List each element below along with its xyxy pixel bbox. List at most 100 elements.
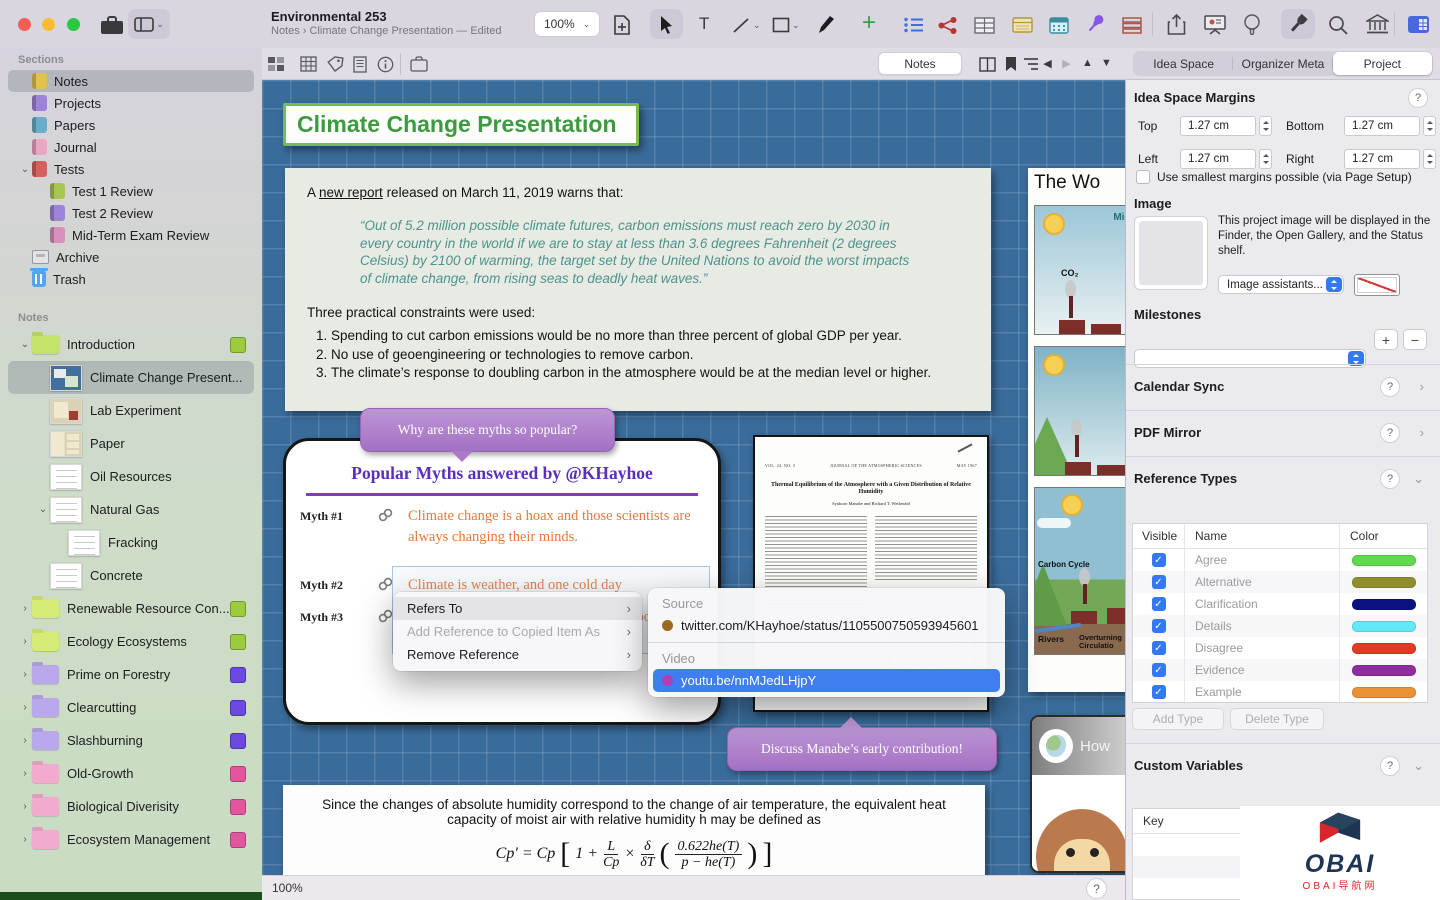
shelf-stack-icon[interactable] — [1116, 10, 1148, 40]
status-light-icon[interactable] — [1237, 9, 1267, 39]
stepper-control[interactable] — [1423, 149, 1436, 169]
delete-type-button[interactable]: Delete Type — [1230, 708, 1324, 730]
sidebar-section-item[interactable]: Test 2 Review — [8, 202, 254, 224]
link-icon[interactable] — [378, 506, 408, 529]
reference-type-row[interactable]: ✓ Agree — [1133, 549, 1427, 571]
inspector-tab[interactable]: Project — [1333, 52, 1432, 75]
speech-bubble-bottom[interactable]: Discuss Manabe’s early contribution! — [727, 727, 997, 771]
video-figure[interactable]: How — [1030, 715, 1125, 873]
sidebar-note-item[interactable]: › Clearcutting — [8, 691, 254, 724]
share-connections-icon[interactable] — [932, 10, 963, 40]
no-image-button[interactable] — [1354, 274, 1400, 296]
shape-tool-button[interactable]: ⌄ — [766, 10, 806, 40]
disclosure-chevron-icon[interactable]: ⌄ — [18, 164, 32, 175]
pen-tool-button[interactable] — [810, 9, 841, 39]
reference-type-row[interactable]: ✓ Evidence — [1133, 659, 1427, 681]
disclosure-chevron-icon[interactable]: ⌄ — [18, 339, 32, 350]
reference-type-row[interactable]: ✓ Disagree — [1133, 637, 1427, 659]
add-type-button[interactable]: Add Type — [1132, 708, 1224, 730]
table-icon[interactable] — [968, 10, 1001, 40]
reference-type-color[interactable] — [1352, 555, 1416, 566]
sidebar-note-item[interactable]: › Renewable Resource Con... — [8, 592, 254, 625]
inspector-toggle-icon[interactable] — [1401, 9, 1436, 39]
context-menu-item[interactable]: Add Reference to Copied Item As › — [393, 620, 642, 643]
zoom-button[interactable] — [67, 18, 80, 31]
presentation-icon[interactable] — [1198, 9, 1232, 39]
context-menu-item[interactable]: Refers To › — [393, 597, 642, 620]
disclosure-chevron-icon[interactable]: › — [18, 768, 32, 779]
sidebar-section-item[interactable]: Trash — [8, 268, 254, 290]
margin-input[interactable]: 1.27 cm — [1180, 149, 1256, 169]
sidebar-note-item[interactable]: Fracking — [8, 526, 254, 559]
milestone-add-button[interactable]: + — [1374, 329, 1398, 350]
disclosure-chevron-icon[interactable]: › — [18, 801, 32, 812]
sidebar-section-item[interactable]: Notes — [8, 70, 254, 92]
calendar-icon[interactable] — [1043, 10, 1075, 40]
milestone-remove-button[interactable]: − — [1403, 329, 1427, 350]
sidebar-section-item[interactable]: Archive — [8, 246, 254, 268]
library-icon[interactable] — [1360, 9, 1395, 39]
canvas-title-figure[interactable]: Climate Change Presentation — [283, 103, 639, 146]
disclosure-chevron-icon[interactable]: › — [18, 669, 32, 680]
sidebar-note-item[interactable]: ⌄ Introduction — [8, 328, 254, 361]
sidebar-note-item[interactable]: Climate Change Present... — [8, 361, 254, 394]
sidebar-note-item[interactable]: › Ecosystem Management — [8, 823, 254, 856]
help-button[interactable]: ? — [1086, 878, 1107, 899]
custom-variables-help-button[interactable]: ? — [1380, 756, 1400, 776]
sidebar-note-item[interactable]: ⌄ Natural Gas — [8, 493, 254, 526]
gallery-view-icon[interactable] — [263, 52, 289, 76]
sidebar-note-item[interactable]: › Ecology Ecosystems — [8, 625, 254, 658]
reference-types-help-button[interactable]: ? — [1380, 469, 1400, 489]
sidebar-section-item[interactable]: Projects — [8, 92, 254, 114]
add-item-button[interactable]: + — [856, 8, 882, 38]
close-button[interactable] — [18, 18, 31, 31]
line-tool-button[interactable]: ⌄ — [727, 10, 767, 40]
tag-icon[interactable] — [322, 52, 348, 76]
reference-type-row[interactable]: ✓ Alternative — [1133, 571, 1427, 593]
calendar-help-button[interactable]: ? — [1380, 377, 1400, 397]
sidebar-section-item[interactable]: Journal — [8, 136, 254, 158]
sidebar-note-item[interactable]: › Old-Growth — [8, 757, 254, 790]
reference-type-row[interactable]: ✓ Clarification — [1133, 593, 1427, 615]
reference-type-row[interactable]: ✓ Details — [1133, 615, 1427, 637]
disclosure-chevron-icon[interactable]: › — [18, 735, 32, 746]
sidebar-section-item[interactable]: ⌄ Tests — [8, 158, 254, 180]
disclosure-chevron-icon[interactable]: › — [18, 603, 32, 614]
stepper-control[interactable] — [1259, 116, 1272, 136]
margin-input[interactable]: 1.27 cm — [1180, 116, 1256, 136]
organizer-notes-button[interactable]: Notes — [878, 52, 962, 75]
custom-variables-collapse-chevron-icon[interactable]: ⌄ — [1413, 758, 1424, 774]
sidebar-section-item[interactable]: Mid-Term Exam Review — [8, 224, 254, 246]
sidebar-note-item[interactable]: Concrete — [8, 559, 254, 592]
project-image-well[interactable] — [1134, 216, 1208, 290]
pin-icon[interactable] — [1080, 8, 1112, 38]
new-idea-space-icon[interactable] — [607, 10, 637, 40]
margin-input[interactable]: 1.27 cm — [1344, 116, 1420, 136]
index-card-icon[interactable] — [1006, 10, 1039, 40]
visible-checkbox[interactable]: ✓ — [1152, 663, 1166, 677]
reference-type-row[interactable]: ✓ Example — [1133, 681, 1427, 703]
search-icon[interactable] — [1322, 10, 1354, 40]
stepper-control[interactable] — [1259, 149, 1272, 169]
sidebar-note-item[interactable]: Oil Resources — [8, 460, 254, 493]
sidebar-note-item[interactable]: Paper — [8, 427, 254, 460]
nav-back-icon[interactable]: ◀ — [1038, 57, 1057, 70]
pdf-help-button[interactable]: ? — [1380, 423, 1400, 443]
carbon-poster-figure[interactable]: The Wo Mic CO₂ — [1028, 168, 1125, 692]
nav-forward-icon[interactable]: ▶ — [1057, 57, 1076, 70]
visible-checkbox[interactable]: ✓ — [1152, 553, 1166, 567]
report-link[interactable]: new report — [319, 185, 383, 200]
visible-checkbox[interactable]: ✓ — [1152, 575, 1166, 589]
visible-checkbox[interactable]: ✓ — [1152, 641, 1166, 655]
disclosure-chevron-icon[interactable]: › — [18, 702, 32, 713]
visible-checkbox[interactable]: ✓ — [1152, 619, 1166, 633]
pdf-expand-chevron-icon[interactable]: › — [1420, 425, 1424, 440]
margins-help-button[interactable]: ? — [1408, 88, 1428, 108]
toolbox-icon[interactable] — [94, 10, 130, 40]
calendar-expand-chevron-icon[interactable]: › — [1420, 379, 1424, 394]
document-icon[interactable] — [347, 52, 373, 76]
image-assistants-dropdown[interactable]: Image assistants... — [1218, 275, 1344, 294]
stepper-control[interactable] — [1423, 116, 1436, 136]
source-reference-item[interactable]: twitter.com/KHayhoe/status/1105500750593… — [653, 614, 1000, 637]
sidebar-section-item[interactable]: Test 1 Review — [8, 180, 254, 202]
